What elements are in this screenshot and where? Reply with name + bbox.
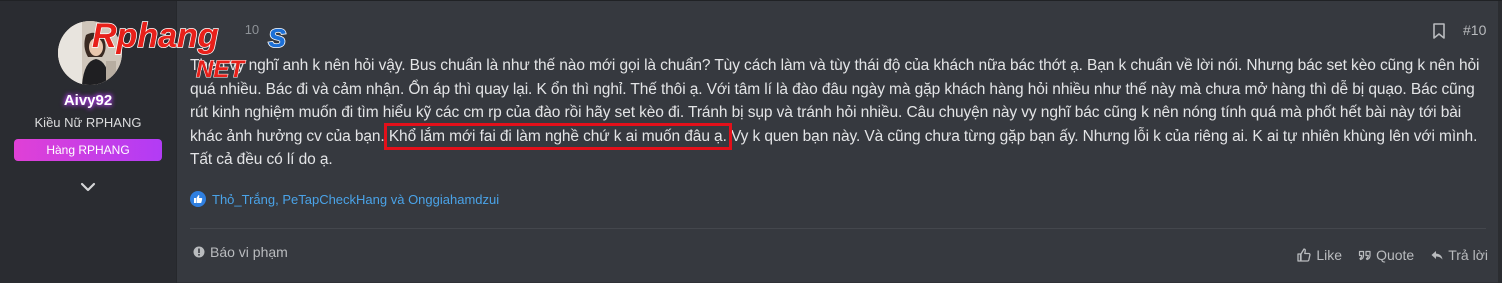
expand-user-info-button[interactable] — [78, 177, 98, 197]
user-title: Kiều Nữ RPHANG — [34, 115, 142, 130]
post-number-link[interactable]: #10 — [1463, 22, 1486, 38]
reply-label: Trả lời — [1448, 247, 1488, 263]
scrollbar[interactable] — [1498, 1, 1502, 283]
reaction-users[interactable]: Thỏ_Trắng, PeTapCheckHang và Onggiahamdz… — [212, 192, 499, 207]
rank-badge: Hàng RPHANG — [14, 139, 162, 161]
thumbs-up-icon — [190, 191, 206, 207]
watermark-suffix: s — [268, 17, 287, 55]
quote-button[interactable]: Quote — [1358, 247, 1414, 263]
reply-icon — [1431, 251, 1443, 260]
username-text[interactable]: Aivy92 — [62, 92, 114, 109]
avatar-photo — [58, 21, 122, 85]
quote-icon — [1358, 250, 1371, 261]
quote-label: Quote — [1376, 247, 1415, 263]
like-button[interactable]: Like — [1296, 247, 1342, 263]
post-date[interactable]: 00 Tháng10 — [190, 22, 259, 37]
bookmark-icon — [1433, 23, 1445, 39]
like-icon — [1297, 248, 1311, 262]
post-actions: Like Quote Trả lời — [1296, 247, 1488, 263]
post-footer-divider — [190, 228, 1486, 229]
forum-post: Aivy92 Kiều Nữ RPHANG Hàng RPHANG 00 Thá… — [0, 0, 1502, 283]
chevron-down-icon — [80, 182, 96, 192]
bookmark-button[interactable] — [1431, 22, 1447, 40]
avatar[interactable] — [58, 21, 122, 85]
like-label: Like — [1316, 247, 1343, 263]
reply-button[interactable]: Trả lời — [1430, 247, 1488, 263]
alert-circle-icon — [193, 246, 205, 258]
highlighted-text: Khổ lắm mới fai đi làm nghề chứ k ai muố… — [383, 122, 732, 150]
post-message: Theo vy nghĩ anh k nên hỏi vậy. Bus chuẩ… — [190, 54, 1486, 172]
report-button[interactable]: Báo vi phạm — [193, 244, 288, 260]
user-column: Aivy92 Kiều Nữ RPHANG Hàng RPHANG — [0, 1, 177, 283]
report-label: Báo vi phạm — [210, 244, 288, 260]
reaction-list[interactable]: Thỏ_Trắng, PeTapCheckHang và Onggiahamdz… — [190, 191, 499, 207]
username[interactable]: Aivy92 — [0, 92, 176, 109]
